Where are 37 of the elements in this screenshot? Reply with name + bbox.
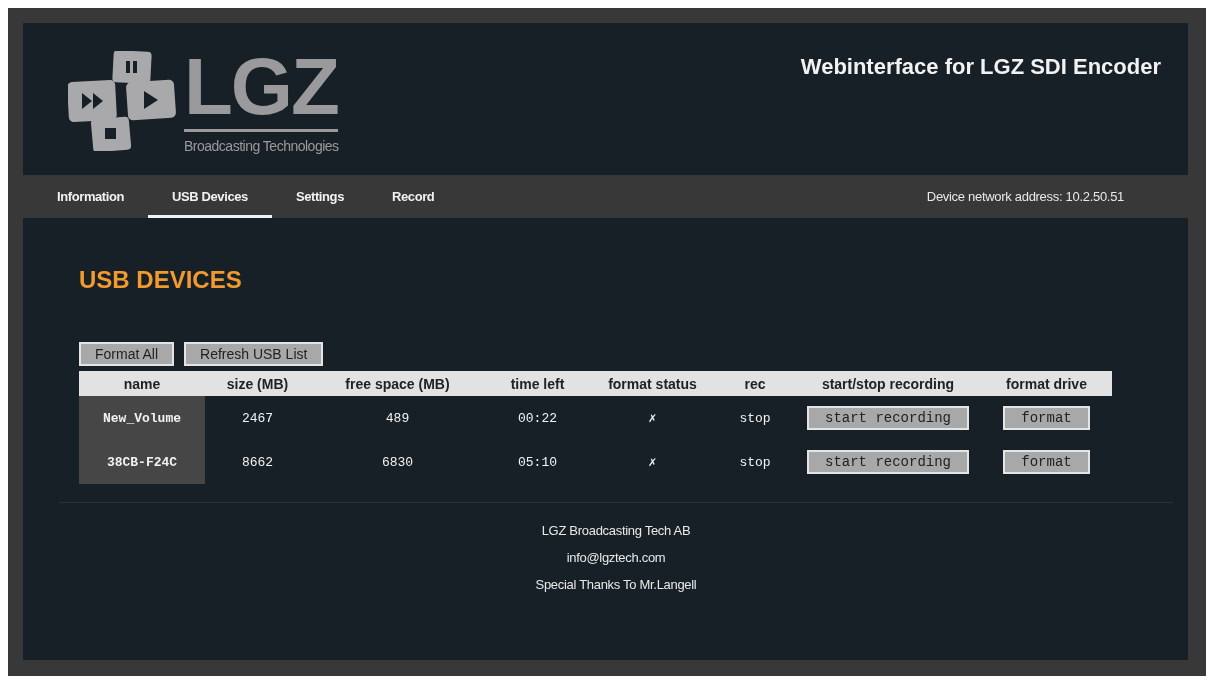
device-name-cell: 38CB-F24C (79, 440, 205, 484)
start-recording-button[interactable]: start recording (807, 406, 969, 430)
table-cell-text: ✗ (647, 410, 658, 428)
column-header: start/stop recording (795, 371, 981, 396)
page-header-title: Webinterface for LGZ SDI Encoder (800, 54, 1161, 80)
start-recording-button[interactable]: start recording (807, 450, 969, 474)
device-name-cell: New_Volume (79, 396, 205, 440)
footer-text: Special Thanks To Mr.Langell (535, 577, 697, 592)
format-button[interactable]: format (1003, 406, 1090, 430)
table-cell-text: stop (738, 409, 772, 428)
nav-tab[interactable]: Record (368, 175, 459, 218)
format-button[interactable]: format (1003, 450, 1090, 474)
table-cell-text: ✗ (647, 454, 658, 472)
footer-text: info@lgztech.com (566, 550, 666, 565)
logo-wordmark: LGZ (184, 53, 338, 132)
section-heading: USB DEVICES (79, 266, 243, 294)
table-cell-text: 489 (384, 409, 411, 428)
column-header: name (79, 371, 205, 396)
table-cell-text: 2467 (240, 409, 275, 428)
table-cell-text: 6830 (380, 453, 415, 472)
table-cell-text: 8662 (240, 453, 275, 472)
column-header: free space (MB) (310, 371, 485, 396)
network-address: Device network address: 10.2.50.51 (926, 189, 1124, 204)
column-header: rec (715, 371, 795, 396)
logo-tagline: Broadcasting Technologies (184, 138, 339, 154)
column-header: time left (485, 371, 590, 396)
table-cell-text: stop (738, 453, 772, 472)
nav-tab[interactable]: Information (33, 175, 149, 218)
table-cell-text: 00:22 (517, 409, 558, 428)
column-header: format status (590, 371, 715, 396)
column-header: size (MB) (205, 371, 310, 396)
column-header: format drive (981, 371, 1112, 396)
nav-tab[interactable]: Settings (271, 175, 368, 218)
footer-text: LGZ Broadcasting Tech AB (541, 523, 691, 538)
table-cell-text: 05:10 (517, 453, 558, 472)
action-button[interactable]: Format All (79, 342, 174, 366)
action-button[interactable]: Refresh USB List (184, 342, 324, 366)
